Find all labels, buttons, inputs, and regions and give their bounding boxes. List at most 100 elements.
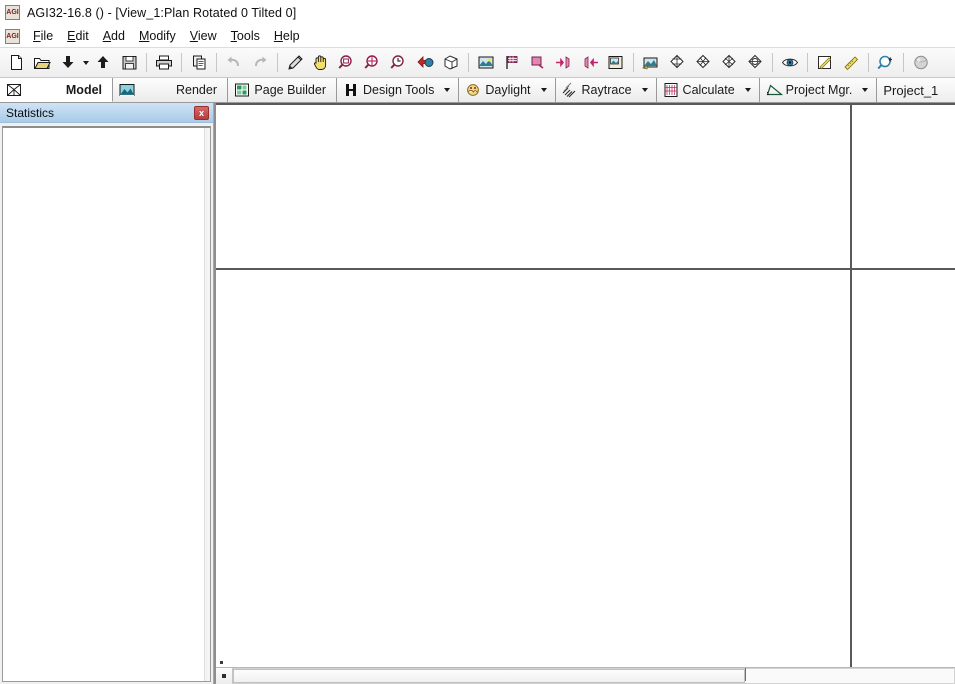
viewport-horizontal-scrollbar[interactable]	[216, 667, 955, 684]
zoom-extents-icon[interactable]	[361, 51, 385, 75]
toolbar-separator	[468, 53, 469, 72]
menu-item-view[interactable]: View	[183, 27, 224, 45]
tab-raytrace-label: Raytrace	[581, 83, 632, 97]
tab-render-label: Render	[176, 83, 217, 97]
arrow-right-pin-icon[interactable]	[552, 51, 576, 75]
chevron-down-icon[interactable]	[862, 88, 869, 92]
drawing-viewport-container	[214, 103, 955, 684]
open-folder-icon[interactable]	[30, 51, 54, 75]
chevron-down-icon[interactable]	[744, 88, 751, 92]
daylight-sun-icon	[465, 82, 481, 98]
import-dropdown-caret-icon[interactable]	[81, 52, 90, 74]
cube-wireframe-icon[interactable]	[439, 51, 463, 75]
tab-design-tools[interactable]: Design Tools	[337, 78, 460, 102]
page-builder-icon	[234, 82, 250, 98]
octahedron-4-icon[interactable]	[743, 51, 767, 75]
render-scene-icon[interactable]	[474, 51, 498, 75]
close-icon[interactable]: x	[194, 105, 209, 120]
statistics-panel-header: Statistics x	[0, 103, 213, 123]
toolbar-separator	[868, 53, 869, 72]
toolbar-separator	[181, 53, 182, 72]
measure-ruler-icon[interactable]	[839, 51, 863, 75]
octahedron-1-icon[interactable]	[665, 51, 689, 75]
menu-item-add[interactable]: Add	[96, 27, 132, 45]
pan-hand-icon[interactable]	[309, 51, 333, 75]
copy-icon[interactable]	[187, 51, 211, 75]
toolbar-separator	[807, 53, 808, 72]
scroll-left-button[interactable]	[216, 668, 233, 684]
menu-item-tools[interactable]: Tools	[224, 27, 267, 45]
image-edit-icon[interactable]	[604, 51, 628, 75]
agi32-app-icon	[5, 5, 20, 20]
chevron-down-icon[interactable]	[641, 88, 648, 92]
menu-bar: File Edit Add Modify View Tools Help	[0, 25, 955, 48]
photo-tool-icon[interactable]	[639, 51, 663, 75]
scroll-tick-marker	[744, 668, 746, 681]
zoom-window-icon[interactable]	[335, 51, 359, 75]
save-floppy-icon[interactable]	[117, 51, 141, 75]
tab-design-tools-label: Design Tools	[363, 83, 435, 97]
toolbar-separator	[277, 53, 278, 72]
menu-item-edit[interactable]: Edit	[60, 27, 96, 45]
flag-dark-icon[interactable]	[500, 51, 524, 75]
viewport-origin-marker	[220, 661, 223, 664]
toolbar-separator	[903, 53, 904, 72]
menu-item-modify[interactable]: Modify	[132, 27, 183, 45]
tab-project-manager[interactable]: Project Mgr.	[759, 78, 878, 102]
tab-model-label: Model	[65, 82, 102, 97]
tab-raytrace[interactable]: Raytrace	[555, 78, 657, 102]
tab-page-builder[interactable]: Page Builder	[228, 78, 337, 102]
menu-item-file[interactable]: File	[26, 27, 60, 45]
arrow-left-pin-icon[interactable]	[578, 51, 602, 75]
calculate-grid-icon	[663, 82, 679, 98]
octahedron-3-icon[interactable]	[717, 51, 741, 75]
crosshair-horizontal-line	[216, 268, 955, 270]
scroll-thumb[interactable]	[233, 669, 745, 683]
workspace: Statistics x	[0, 103, 955, 684]
statistics-panel: Statistics x	[0, 103, 214, 684]
measure-area-icon[interactable]	[813, 51, 837, 75]
import-down-arrow-icon[interactable]	[56, 51, 80, 75]
tab-page-builder-label: Page Builder	[254, 83, 326, 97]
render-scene-icon	[119, 82, 135, 98]
drawing-viewport[interactable]	[216, 103, 955, 667]
title-bar: AGI32-16.8 () - [View_1:Plan Rotated 0 T…	[0, 0, 955, 25]
toolbar-separator	[146, 53, 147, 72]
chevron-down-icon[interactable]	[444, 88, 451, 92]
undo-icon[interactable]	[222, 51, 246, 75]
toolbar-separator	[772, 53, 773, 72]
new-file-icon[interactable]	[4, 51, 28, 75]
toolbar-separator	[216, 53, 217, 72]
statistics-panel-title: Statistics	[6, 105, 55, 120]
statistics-vertical-scrollbar[interactable]	[204, 128, 210, 681]
agi32-system-menu-icon[interactable]	[5, 28, 20, 44]
zoom-in-out-icon[interactable]	[413, 51, 437, 75]
statistics-panel-content[interactable]	[2, 126, 211, 682]
application-window: AGI32-16.8 () - [View_1:Plan Rotated 0 T…	[0, 0, 955, 684]
print-icon[interactable]	[152, 51, 176, 75]
tab-model[interactable]: Model	[0, 78, 113, 102]
main-toolbar	[0, 48, 955, 78]
tab-daylight-label: Daylight	[485, 83, 531, 97]
tab-project-manager-label: Project Mgr.	[785, 83, 853, 97]
project-name-label: Project_1	[883, 82, 939, 98]
scroll-track[interactable]	[233, 668, 955, 684]
redo-icon[interactable]	[248, 51, 272, 75]
chevron-down-icon[interactable]	[540, 88, 547, 92]
zoom-previous-icon[interactable]	[387, 51, 411, 75]
tab-render[interactable]: Render	[113, 78, 228, 102]
ribbon-tab-strip: Model Render Page Builder Design Tools D…	[0, 78, 955, 103]
tab-calculate[interactable]: Calculate	[656, 78, 760, 102]
octahedron-2-icon[interactable]	[691, 51, 715, 75]
export-up-arrow-icon[interactable]	[91, 51, 115, 75]
raytrace-icon	[562, 82, 578, 98]
zoom-back-icon[interactable]	[874, 51, 898, 75]
sphere-gray-icon[interactable]	[909, 51, 933, 75]
model-cube-icon	[6, 82, 22, 98]
menu-item-help[interactable]: Help	[267, 27, 307, 45]
eye-preview-icon[interactable]	[778, 51, 802, 75]
flag-light-icon[interactable]	[526, 51, 550, 75]
tab-calculate-label: Calculate	[682, 83, 735, 97]
tab-daylight[interactable]: Daylight	[459, 78, 556, 102]
pencil-icon[interactable]	[283, 51, 307, 75]
